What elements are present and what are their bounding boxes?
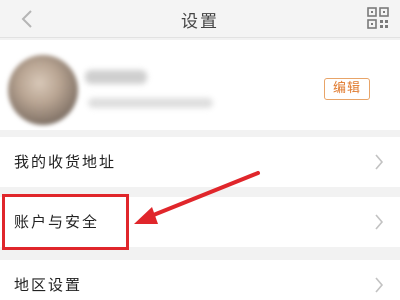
list-item-account-security[interactable]: 账户与安全: [0, 197, 400, 247]
header-bar: 设置: [0, 0, 400, 38]
qr-code-button[interactable]: [364, 4, 392, 32]
chevron-right-icon: [375, 214, 384, 230]
list-item-label: 地区设置: [14, 276, 83, 294]
account-info-blurred: [88, 98, 213, 108]
list-item-label: 账户与安全: [14, 213, 100, 231]
username-blurred: [85, 70, 147, 84]
list-item-region-settings[interactable]: 地区设置: [0, 260, 400, 300]
page-title: 设置: [181, 12, 219, 32]
chevron-right-icon: [375, 277, 384, 293]
qr-code-icon: [367, 7, 389, 29]
settings-screen: 设置 编辑 我的收货地址 账户与安全 地区设置: [0, 0, 400, 300]
profile-card[interactable]: 编辑: [0, 40, 400, 130]
list-item-shipping-address[interactable]: 我的收货地址: [0, 137, 400, 187]
chevron-right-icon: [375, 154, 384, 170]
list-item-label: 我的收货地址: [14, 153, 117, 171]
avatar[interactable]: [8, 55, 78, 125]
edit-profile-button[interactable]: 编辑: [324, 78, 370, 100]
